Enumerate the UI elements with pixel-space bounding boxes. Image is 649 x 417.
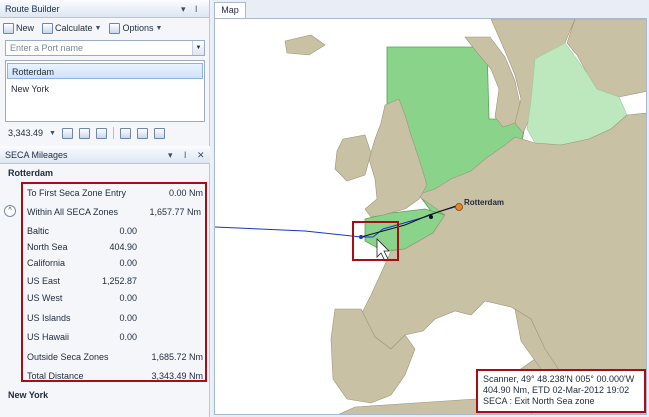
- chevron-down-icon: ▼: [94, 24, 102, 32]
- status-position: Scanner, 49° 48.238'N 005° 00.000'W: [483, 374, 635, 384]
- options-button[interactable]: Options ▼: [109, 22, 163, 34]
- seca-port-heading: New York: [8, 390, 49, 400]
- list-icon[interactable]: [119, 127, 131, 139]
- rotterdam-port-marker[interactable]: [455, 203, 463, 211]
- collapse-icon[interactable]: ^: [4, 205, 16, 217]
- map-highlight-box: [352, 221, 399, 261]
- table-row: US East 1,252.87: [27, 276, 137, 286]
- chevron-down-icon: ▼: [155, 24, 163, 32]
- table-row: North Sea 404.90: [27, 242, 137, 252]
- port-search-input[interactable]: Enter a Port name ▼: [5, 40, 205, 56]
- table-row: US Islands 0.00: [27, 313, 137, 323]
- seca-total-row: Total Distance 3,343.49 Nm: [27, 371, 203, 381]
- table-row: Baltic 0.00: [27, 226, 137, 236]
- insert-port-icon[interactable]: [78, 127, 90, 139]
- route-toolbar: New Calculate ▼ Options ▼: [0, 18, 209, 38]
- new-document-icon: [3, 22, 14, 34]
- map-svg: [215, 19, 646, 414]
- new-button[interactable]: New: [3, 22, 34, 34]
- port-list: Rotterdam New York: [5, 60, 205, 122]
- map-canvas[interactable]: [214, 18, 647, 415]
- route-distance: 3,343.49: [8, 128, 44, 138]
- chevron-down-icon[interactable]: ▼: [192, 41, 204, 55]
- route-distance-bar: 3,343.49 ▼: [0, 124, 210, 142]
- table-row: US Hawaii 0.00: [27, 332, 137, 342]
- add-port-icon[interactable]: [61, 127, 73, 139]
- status-seca: SECA : Exit North Sea zone: [483, 396, 595, 406]
- tab-map[interactable]: Map: [214, 2, 246, 18]
- seca-mileages-title: SECA Mileages: [5, 150, 68, 160]
- waypoint-marker[interactable]: [429, 215, 433, 219]
- seca-outside-row: Outside Seca Zones 1,685.72 Nm: [27, 352, 203, 362]
- report-icon[interactable]: [136, 127, 148, 139]
- map-pane: Map Rotterdam: [212, 0, 649, 417]
- options-icon: [109, 22, 121, 34]
- seca-port-heading: Rotterdam: [8, 168, 54, 178]
- pin-icon[interactable]: ǀ: [184, 146, 186, 164]
- seca-mileages-header: SECA Mileages ▾ ǀ ✕: [0, 146, 210, 164]
- toolbar-divider: [112, 127, 114, 139]
- route-builder-header: Route Builder ▾ ǀ: [0, 0, 209, 18]
- rotterdam-map-label: Rotterdam: [464, 198, 505, 207]
- route-builder-title: Route Builder: [5, 4, 60, 14]
- seca-within-row: Within All SECA Zones 1,657.77 Nm: [27, 207, 201, 217]
- pin-icon[interactable]: ǀ: [195, 0, 197, 18]
- left-pane: Route Builder ▾ ǀ New Calculate ▼ Option…: [0, 0, 210, 417]
- chevron-down-icon[interactable]: ▼: [49, 130, 56, 137]
- notes-icon[interactable]: [153, 127, 165, 139]
- dropdown-icon[interactable]: ▾: [181, 0, 186, 18]
- seca-first-entry-row: To First Seca Zone Entry 0.00 Nm: [27, 188, 203, 198]
- list-item[interactable]: New York: [7, 81, 203, 97]
- close-icon[interactable]: ✕: [197, 146, 205, 164]
- table-row: California 0.00: [27, 258, 137, 268]
- table-row: US West 0.00: [27, 293, 137, 303]
- dropdown-icon[interactable]: ▾: [168, 146, 173, 164]
- map-status-panel: Scanner, 49° 48.238'N 005° 00.000'W 404.…: [476, 369, 646, 413]
- calculate-button[interactable]: Calculate ▼: [42, 22, 102, 34]
- list-item[interactable]: Rotterdam: [7, 63, 203, 79]
- status-eta: 404.90 Nm, ETD 02-Mar-2012 19:02: [483, 385, 630, 395]
- delete-port-icon[interactable]: [95, 127, 107, 139]
- calculator-icon: [42, 22, 54, 34]
